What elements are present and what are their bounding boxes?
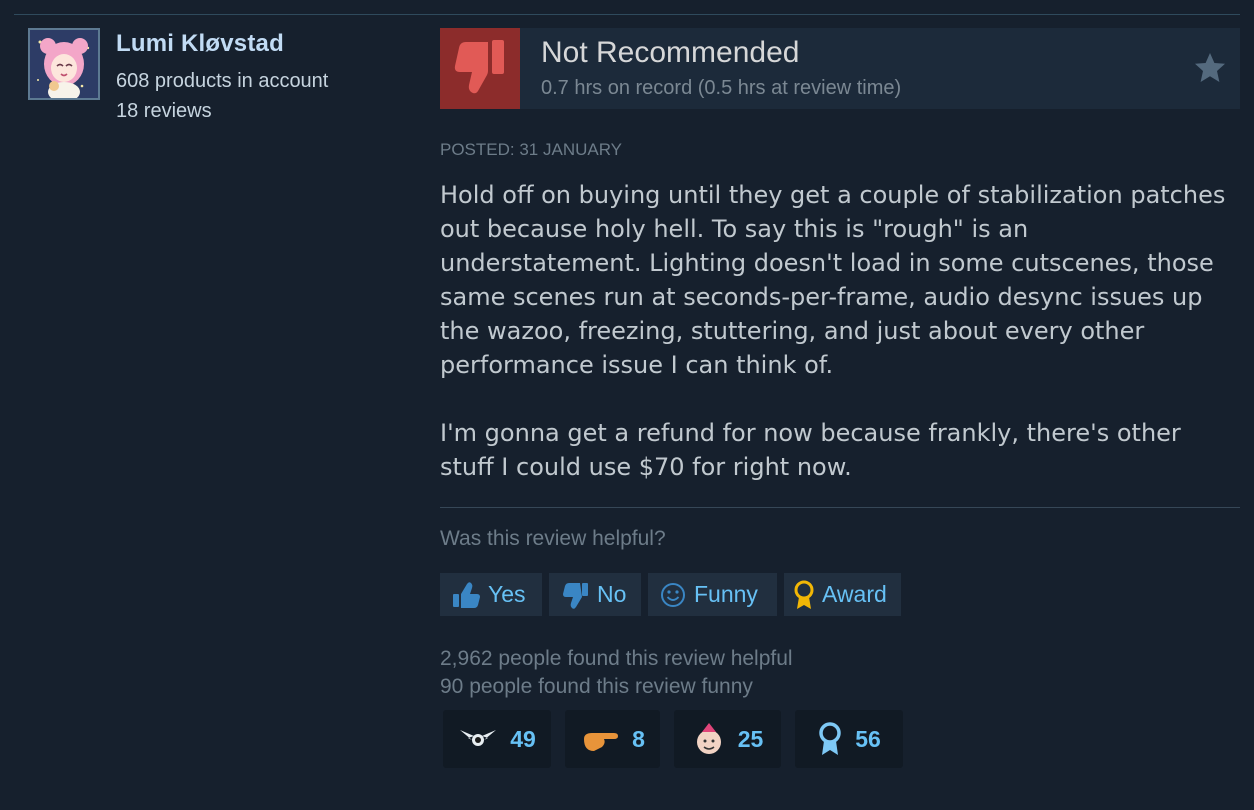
award-ribbon-icon bbox=[794, 580, 814, 609]
review-header: Not Recommended 0.7 hrs on record (0.5 h… bbox=[440, 28, 1240, 109]
author-products[interactable]: 608 products in account bbox=[116, 70, 328, 93]
author-name[interactable]: Lumi Kløvstad bbox=[116, 30, 284, 58]
award-chip-ribbon[interactable]: 56 bbox=[795, 710, 903, 768]
author-block: Lumi Kløvstad 608 products in account 18… bbox=[28, 28, 408, 122]
helpful-count: 2,962 people found this review helpful bbox=[440, 647, 793, 670]
thumbs-down-icon bbox=[563, 582, 588, 609]
funny-count: 90 people found this review funny bbox=[440, 675, 753, 698]
top-divider bbox=[14, 14, 1240, 15]
party-face-icon bbox=[696, 723, 721, 754]
funny-button[interactable]: Funny bbox=[648, 573, 777, 616]
review-paragraph: Hold off on buying until they get a coup… bbox=[440, 181, 1226, 379]
award-count: 49 bbox=[510, 725, 536, 752]
wings-icon bbox=[460, 730, 497, 746]
thumbs-down-icon bbox=[440, 28, 520, 109]
award-count: 8 bbox=[632, 725, 645, 752]
award-count: 25 bbox=[737, 725, 764, 752]
award-label: Award bbox=[822, 581, 887, 607]
award-chip-wings[interactable]: 49 bbox=[443, 710, 551, 768]
review-container: Lumi Kløvstad 608 products in account 18… bbox=[0, 0, 1254, 810]
yes-label: Yes bbox=[488, 581, 526, 607]
no-button[interactable]: No bbox=[549, 573, 641, 616]
yes-button[interactable]: Yes bbox=[440, 573, 542, 616]
avatar[interactable] bbox=[28, 28, 100, 100]
award-button[interactable]: Award bbox=[784, 573, 901, 616]
award-count: 56 bbox=[855, 725, 881, 752]
ribbon-icon bbox=[819, 722, 841, 755]
star-icon[interactable] bbox=[1192, 50, 1228, 86]
hours-on-record: 0.7 hrs on record (0.5 hrs at review tim… bbox=[541, 77, 902, 99]
award-chip-party[interactable]: 25 bbox=[674, 710, 781, 768]
review-counts: 2,962 people found this review helpful 9… bbox=[440, 645, 793, 701]
award-chip-hand[interactable]: 8 bbox=[565, 710, 660, 768]
posted-date: Posted: 31 January bbox=[440, 140, 623, 159]
review-body: Hold off on buying until they get a coup… bbox=[440, 178, 1230, 518]
review-verdict[interactable]: Not Recommended bbox=[541, 36, 799, 70]
smiley-icon bbox=[661, 582, 685, 607]
thumbs-up-icon bbox=[453, 581, 480, 608]
author-reviews[interactable]: 18 reviews bbox=[116, 100, 212, 123]
no-label: No bbox=[597, 581, 627, 607]
divider bbox=[440, 507, 1240, 508]
helpful-question: Was this review helpful? bbox=[440, 527, 666, 550]
review-paragraph: I'm gonna get a refund for now because f… bbox=[440, 419, 1181, 481]
funny-label: Funny bbox=[694, 581, 758, 607]
pointing-hand-icon bbox=[584, 733, 619, 751]
